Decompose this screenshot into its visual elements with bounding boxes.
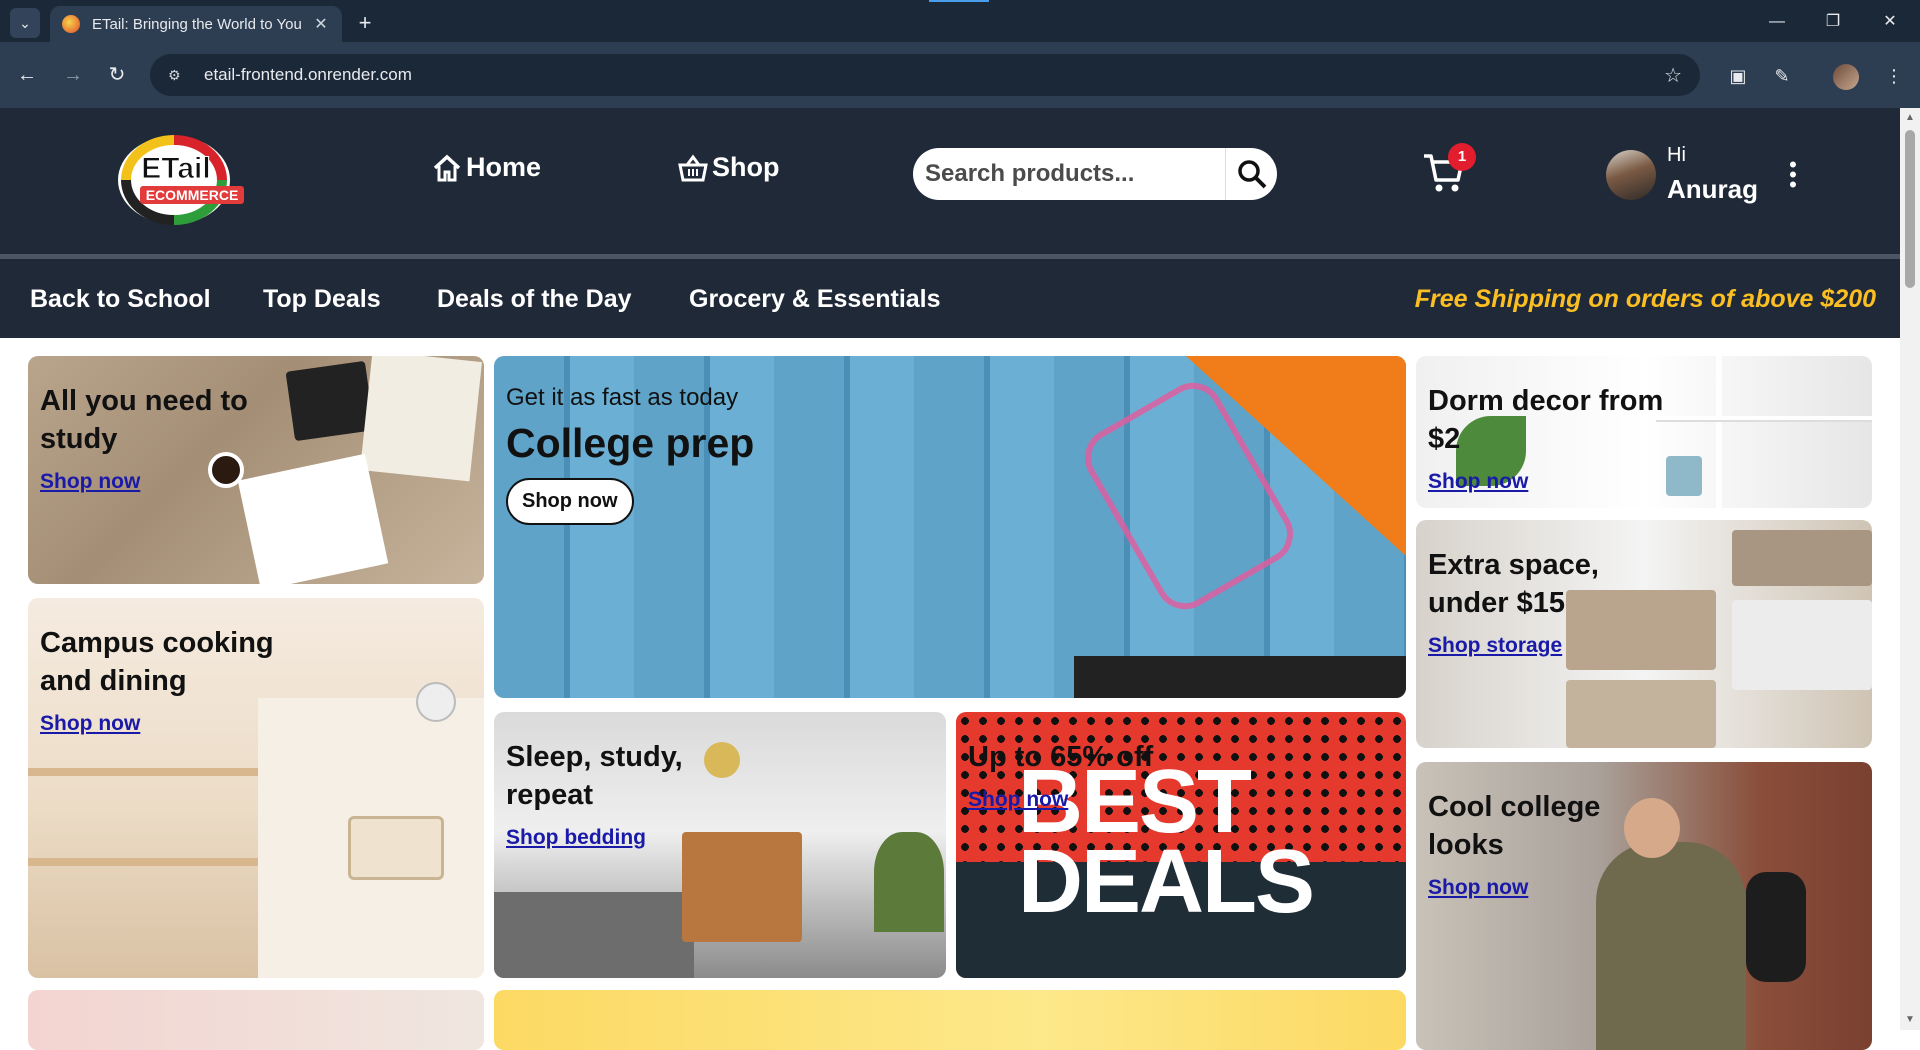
shelf-divider-image	[1716, 356, 1722, 508]
tab-title: ETail: Bringing the World to You	[92, 15, 302, 33]
card-study[interactable]: All you need to study Shop now	[28, 356, 484, 584]
papers-image	[237, 453, 389, 584]
card-college-looks[interactable]: Cool college looks Shop now	[1416, 762, 1872, 1050]
card-storage[interactable]: Extra space, under $15 Shop storage	[1416, 520, 1872, 748]
card-dorm-link[interactable]: Shop now	[1428, 470, 1528, 494]
card-sleep-title: Sleep, study, repeat	[506, 741, 683, 811]
card-storage-link[interactable]: Shop storage	[1428, 634, 1562, 658]
search-input[interactable]: Search products...	[925, 160, 1225, 188]
restore-icon[interactable]: ❐	[1818, 10, 1848, 34]
minimize-icon[interactable]: —	[1762, 10, 1792, 34]
site-info-icon[interactable]: ⚙	[168, 67, 190, 84]
forward-arrow-icon[interactable]: →	[60, 62, 86, 88]
card-deals-link[interactable]: Shop now	[968, 788, 1068, 812]
notebook-image	[360, 356, 482, 482]
user-avatar[interactable]	[1606, 150, 1656, 200]
nightstand-image	[682, 832, 802, 942]
person-image	[1596, 842, 1746, 1050]
new-tab-plus-icon[interactable]: +	[352, 10, 378, 36]
lamp-image	[704, 742, 740, 778]
close-tab-icon[interactable]: ✕	[312, 14, 330, 34]
basket-image	[1732, 530, 1872, 586]
card-prep-title: College prep	[506, 420, 755, 466]
plant-image	[874, 832, 944, 932]
site-header: ETail ECOMMERCE Home Shop Search product…	[0, 108, 1900, 254]
address-bar[interactable]: ⚙ etail-frontend.onrender.com ☆	[150, 54, 1700, 96]
card-looks-link[interactable]: Shop now	[1428, 876, 1528, 900]
card-prep-button[interactable]: Shop now	[506, 478, 634, 525]
card-looks-title: Cool college looks	[1428, 791, 1601, 861]
browser-toolbar: ← → ↻ ⚙ etail-frontend.onrender.com ☆ ▣ …	[0, 42, 1920, 108]
bed-image	[494, 892, 694, 978]
scrollbar-thumb[interactable]	[1905, 130, 1915, 288]
card-study-link[interactable]: Shop now	[40, 470, 140, 494]
card-sleep[interactable]: Sleep, study, repeat Shop bedding	[494, 712, 946, 978]
card-storage-title: Extra space, under $15	[1428, 549, 1599, 619]
window-close-icon[interactable]: ✕	[1875, 10, 1905, 34]
nav-home-label: Home	[466, 152, 542, 182]
browser-tab[interactable]: ETail: Bringing the World to You ✕	[50, 6, 342, 42]
etail-logo[interactable]: ETail ECOMMERCE	[112, 128, 256, 228]
card-sleep-link[interactable]: Shop bedding	[506, 826, 646, 850]
reload-icon[interactable]: ↻	[104, 62, 130, 88]
basket-image	[1566, 680, 1716, 748]
search-icon	[1237, 160, 1266, 189]
scroll-down-arrow-icon[interactable]: ▼	[1904, 1014, 1916, 1026]
url-text: etail-frontend.onrender.com	[204, 65, 412, 84]
card-prep-subtitle: Get it as fast as today	[506, 384, 739, 411]
basket-icon	[678, 154, 708, 181]
bookmark-star-icon[interactable]: ☆	[1664, 63, 1682, 88]
home-icon	[433, 154, 461, 181]
svg-text:ETail: ETail	[141, 152, 210, 185]
cast-icon[interactable]: ▣	[1724, 62, 1752, 90]
card-free-shipping-partial[interactable]	[494, 990, 1406, 1050]
profile-avatar-icon[interactable]	[1833, 64, 1859, 90]
card-college-prep[interactable]: Get it as fast as today College prep Sho…	[494, 356, 1406, 698]
search-button[interactable]	[1225, 148, 1277, 200]
free-shipping-promo: Free Shipping on orders of above $200	[1414, 285, 1876, 313]
scroll-up-arrow-icon[interactable]: ▲	[1904, 112, 1916, 124]
card-cooking-title: Campus cooking and dining	[40, 627, 274, 697]
extensions-puzzle-icon[interactable]: ✎	[1768, 62, 1796, 90]
nav-shop-link[interactable]: Shop	[678, 152, 780, 183]
category-grocery-essentials[interactable]: Grocery & Essentials	[689, 285, 941, 314]
greeting-text: Hi	[1667, 144, 1686, 166]
category-bar: Back to School Top Deals Deals of the Da…	[0, 254, 1900, 338]
cart-count-badge: 1	[1448, 143, 1476, 171]
pot-image	[1666, 456, 1702, 496]
tablet-image	[285, 360, 375, 442]
card-bath-partial[interactable]	[28, 990, 484, 1050]
microwave-image	[348, 816, 444, 880]
browser-menu-icon[interactable]: ⋮	[1880, 62, 1908, 90]
more-options-icon[interactable]: • • •	[1786, 154, 1800, 196]
card-dorm-title: Dorm decor from $2	[1428, 385, 1664, 455]
nav-shop-label: Shop	[712, 152, 780, 182]
user-name[interactable]: Anurag	[1667, 174, 1758, 205]
page-scrollbar[interactable]: ▲ ▼	[1900, 108, 1920, 1030]
best-deals-banner: BEST DEALS	[1018, 752, 1315, 932]
white-basket-image	[1732, 600, 1872, 690]
wall-clock-image	[416, 682, 456, 722]
shelf-image	[1656, 416, 1872, 422]
back-arrow-icon[interactable]: ←	[14, 62, 40, 88]
svg-text:ECOMMERCE: ECOMMERCE	[146, 187, 239, 203]
favicon-icon	[62, 15, 80, 33]
card-deals-title: Up to 65% off	[968, 741, 1154, 773]
category-top-deals[interactable]: Top Deals	[263, 285, 381, 314]
category-back-to-school[interactable]: Back to School	[30, 285, 211, 314]
card-study-title: All you need to study	[40, 385, 248, 455]
tab-indicator	[929, 0, 989, 2]
category-deals-of-the-day[interactable]: Deals of the Day	[437, 285, 632, 314]
nav-home-link[interactable]: Home	[432, 152, 541, 183]
browser-tab-bar: ⌄ ETail: Bringing the World to You ✕ + —…	[0, 0, 1920, 42]
card-cooking[interactable]: Campus cooking and dining Shop now	[28, 598, 484, 978]
backpack-image	[1746, 872, 1806, 982]
tab-search-chevron-icon[interactable]: ⌄	[10, 8, 40, 38]
card-best-deals[interactable]: BEST DEALS Up to 65% off Shop now	[956, 712, 1406, 978]
card-dorm-decor[interactable]: Dorm decor from $2 Shop now	[1416, 356, 1872, 508]
card-cooking-link[interactable]: Shop now	[40, 712, 140, 736]
ruler-image	[1074, 656, 1406, 698]
search-box[interactable]: Search products...	[913, 148, 1277, 200]
